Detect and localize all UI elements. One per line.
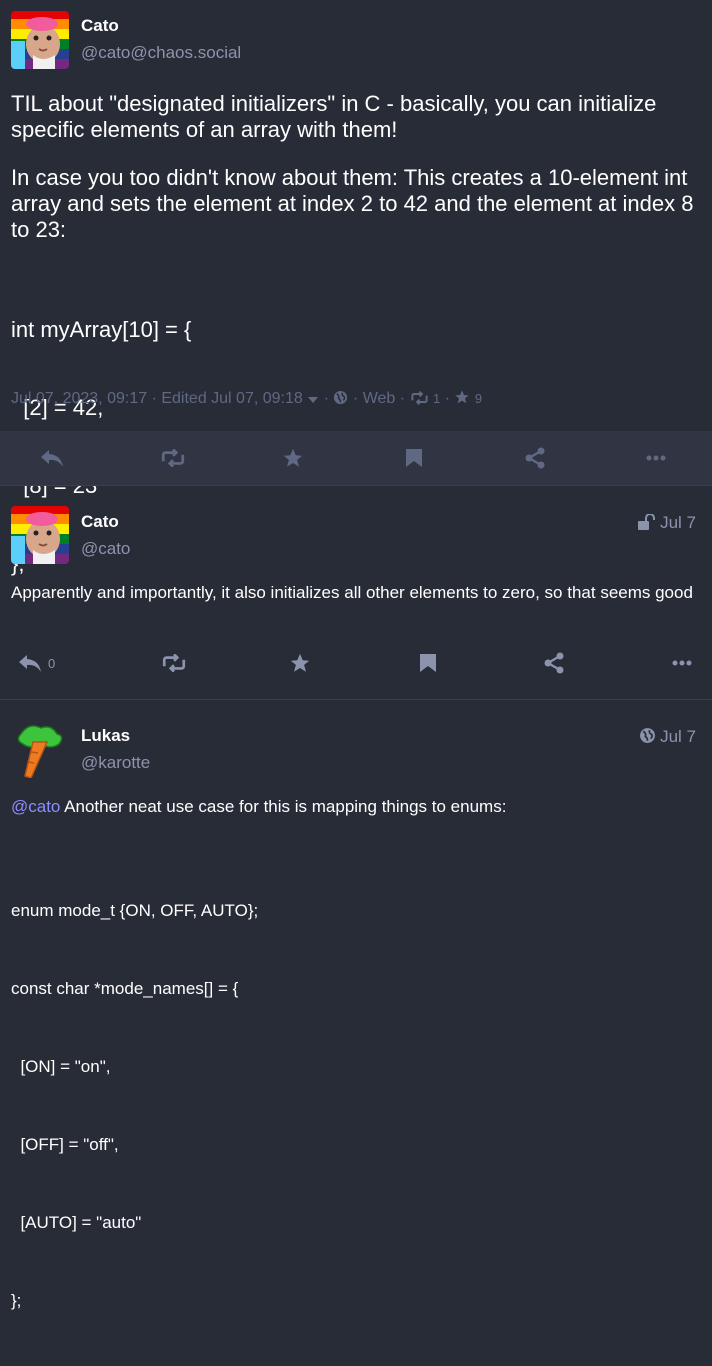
reply-button[interactable] bbox=[40, 448, 64, 468]
avatar[interactable] bbox=[11, 11, 69, 69]
application-name[interactable]: Web bbox=[363, 390, 396, 407]
retweet-icon bbox=[161, 449, 185, 467]
author-name[interactable]: Lukas bbox=[81, 726, 130, 746]
code-block: enum mode_t {ON, OFF, AUTO}; const char … bbox=[11, 846, 696, 1366]
ellipsis-icon bbox=[646, 455, 666, 461]
code-line: enum mode_t {ON, OFF, AUTO}; bbox=[11, 901, 259, 920]
code-line: }; bbox=[11, 1291, 22, 1310]
more-button[interactable] bbox=[646, 455, 666, 461]
reply-count: 0 bbox=[48, 655, 56, 671]
share-button[interactable] bbox=[524, 447, 546, 469]
status-paragraph: @cato Another neat use case for this is … bbox=[11, 794, 696, 820]
edited-label[interactable]: Edited Jul 07, 09:18 bbox=[161, 390, 302, 407]
favourite-count[interactable]: 9 bbox=[475, 391, 482, 406]
author-handle[interactable]: @cato bbox=[81, 539, 130, 559]
share-button[interactable] bbox=[543, 652, 565, 674]
avatar[interactable] bbox=[11, 720, 69, 778]
caret-down-icon[interactable] bbox=[307, 395, 319, 405]
status-paragraph: In case you too didn't know about them: … bbox=[11, 165, 694, 242]
author-name[interactable]: Cato bbox=[81, 16, 119, 36]
star-icon bbox=[455, 390, 470, 404]
more-button[interactable] bbox=[672, 660, 692, 666]
author-name[interactable]: Cato bbox=[81, 512, 119, 532]
action-bar bbox=[0, 431, 712, 485]
author-handle[interactable]: @cato@chaos.social bbox=[81, 43, 241, 63]
retweet-icon bbox=[162, 654, 186, 672]
main-status: Cato @cato@chaos.social TIL about "desig… bbox=[0, 0, 712, 576]
unlock-icon bbox=[638, 513, 656, 530]
code-line: int myArray[10] = { bbox=[11, 317, 192, 342]
globe-icon bbox=[640, 728, 656, 743]
date-label: Jul 7 bbox=[660, 513, 696, 532]
bookmark-button[interactable] bbox=[419, 653, 437, 673]
reply-icon bbox=[19, 655, 41, 672]
share-icon bbox=[544, 652, 564, 674]
reply-status: Lukas @karotte Jul 7 @cato Another neat … bbox=[0, 700, 712, 1310]
code-line: [AUTO] = "auto" bbox=[11, 1213, 142, 1232]
favourite-button[interactable] bbox=[282, 447, 304, 469]
status-date[interactable]: Jul 7 bbox=[639, 727, 696, 747]
code-line: [ON] = "on", bbox=[11, 1057, 111, 1076]
boost-count[interactable]: 1 bbox=[433, 391, 440, 406]
action-bar: 0 bbox=[0, 636, 712, 690]
code-line: const char *mode_names[] = { bbox=[11, 979, 239, 998]
reply-button[interactable]: 0 bbox=[18, 653, 55, 673]
status-content: Apparently and importantly, it also init… bbox=[11, 583, 693, 602]
bookmark-icon bbox=[420, 654, 436, 672]
reply-icon bbox=[41, 450, 63, 467]
status-timestamp[interactable]: Jul 07, 2023, 09:17 bbox=[11, 390, 147, 407]
mention-link[interactable]: @cato bbox=[11, 797, 60, 816]
retweet-icon bbox=[410, 390, 428, 406]
favourite-button[interactable] bbox=[289, 652, 311, 674]
status-content: @cato Another neat use case for this is … bbox=[11, 794, 696, 1366]
status-paragraph: TIL about "designated initializers" in C… bbox=[11, 91, 657, 142]
status-text: Another neat use case for this is mappin… bbox=[60, 797, 507, 816]
bookmark-icon bbox=[406, 449, 422, 467]
boost-button[interactable] bbox=[160, 449, 186, 467]
star-icon bbox=[283, 448, 303, 467]
bookmark-button[interactable] bbox=[405, 448, 423, 468]
boost-button[interactable] bbox=[161, 654, 187, 672]
author-handle[interactable]: @karotte bbox=[81, 753, 150, 773]
ellipsis-icon bbox=[672, 660, 692, 666]
globe-icon bbox=[334, 390, 348, 405]
code-line: [OFF] = "off", bbox=[11, 1135, 119, 1154]
avatar[interactable] bbox=[11, 506, 69, 564]
date-label: Jul 7 bbox=[660, 727, 696, 746]
star-icon bbox=[290, 653, 310, 672]
status-meta: Jul 07, 2023, 09:17 · Edited Jul 07, 09:… bbox=[11, 390, 483, 407]
status-date[interactable]: Jul 7 bbox=[638, 513, 696, 533]
reply-status: Cato @cato Jul 7 Apparently and importan… bbox=[0, 486, 712, 700]
share-icon bbox=[525, 447, 545, 469]
